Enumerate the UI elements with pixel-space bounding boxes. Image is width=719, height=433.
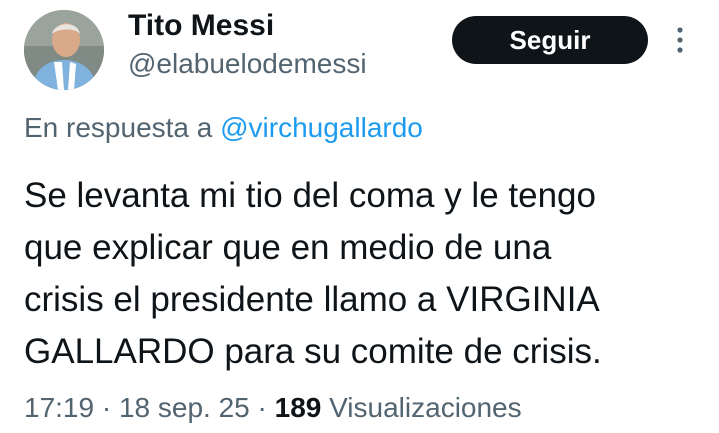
- author-handle[interactable]: @elabuelodemessi: [128, 46, 367, 82]
- tweet-text: Se levanta mi tio del coma y le tengo qu…: [24, 170, 704, 378]
- meta-separator: ·: [257, 392, 267, 423]
- avatar-photo: [24, 10, 104, 90]
- tweet-text-line: GALLARDO para su comite de crisis.: [24, 332, 602, 371]
- views-label: Visualizaciones: [329, 392, 522, 423]
- reply-context-prefix: En respuesta a: [24, 112, 213, 143]
- tweet-card: Tito Messi @elabuelodemessi Seguir En re…: [0, 0, 719, 433]
- tweet-text-line: que explicar que en medio de una: [24, 228, 552, 267]
- tweet-text-line: Se levanta mi tio del coma y le tengo: [24, 176, 596, 215]
- avatar[interactable]: [24, 10, 104, 90]
- tweet-text-line: crisis el presidente llamo a VIRGINIA: [24, 280, 600, 319]
- author-display-name[interactable]: Tito Messi: [128, 7, 274, 45]
- tweet-meta: 17:19 · 18 sep. 25 · 189 Visualizaciones: [24, 390, 522, 426]
- more-vertical-icon[interactable]: [668, 22, 692, 58]
- views-count: 189: [274, 392, 322, 423]
- follow-button[interactable]: Seguir: [452, 16, 648, 64]
- meta-separator: ·: [101, 392, 112, 423]
- reply-mention-link[interactable]: @virchugallardo: [220, 112, 423, 143]
- reply-context: En respuesta a @virchugallardo: [24, 110, 423, 146]
- tweet-date[interactable]: 18 sep. 25: [119, 392, 250, 423]
- tweet-time[interactable]: 17:19: [24, 392, 94, 423]
